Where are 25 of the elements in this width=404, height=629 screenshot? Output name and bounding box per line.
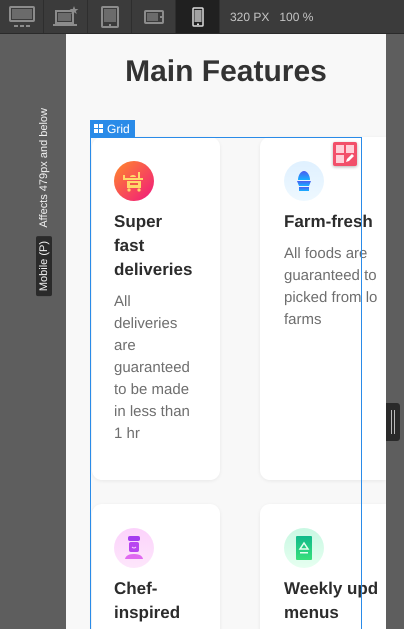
- food-cart-icon: [114, 161, 154, 201]
- phone-icon: [192, 6, 204, 26]
- phone-landscape-icon: [144, 10, 164, 24]
- edit-grid-button[interactable]: [333, 142, 357, 166]
- grid-icon: [94, 124, 103, 133]
- tablet-icon: [100, 6, 118, 28]
- device-button[interactable]: [176, 0, 220, 33]
- section-heading: Main Features: [124, 54, 328, 90]
- feature-description: All deliveries are guaranteed to be made in less than 1 hr: [114, 292, 191, 444]
- egg-cup-icon: [284, 161, 324, 201]
- breakpoint-badge: Mobile (P): [36, 236, 52, 296]
- viewport-width: 320 PX: [230, 8, 270, 26]
- grid-edit-icon: [336, 145, 354, 163]
- zoom-level: 100 %: [279, 8, 314, 26]
- feature-title: Chef-inspired: [114, 578, 182, 624]
- grid-label[interactable]: Grid: [90, 120, 135, 137]
- resize-handle[interactable]: [386, 403, 400, 441]
- desktop-icon: [8, 6, 34, 28]
- grip-icon: [390, 410, 396, 434]
- feature-title: Super fast deliveries: [114, 211, 194, 281]
- laptop-star-icon: [52, 6, 78, 28]
- chef-icon: [114, 528, 154, 568]
- grid-label-text: Grid: [107, 122, 130, 136]
- breakpoint-note: Affects 479px and below: [38, 108, 50, 228]
- menu-book-icon: [284, 528, 324, 568]
